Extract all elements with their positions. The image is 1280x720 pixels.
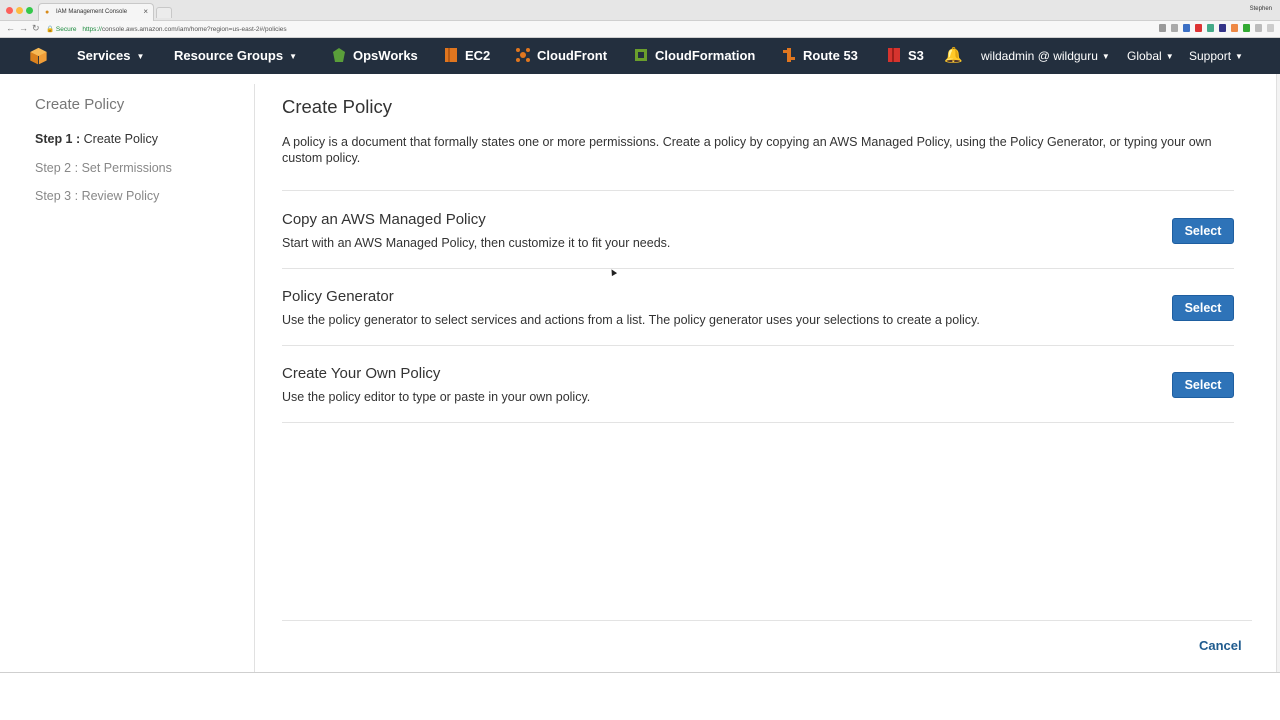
chevron-down-icon: ▼ — [136, 52, 145, 61]
step-label: Create Policy — [80, 132, 158, 146]
extension-icon[interactable] — [1243, 24, 1250, 32]
shortcut-s3[interactable]: S3 — [886, 38, 924, 74]
lock-icon: 🔒 — [46, 26, 55, 33]
shortcut-label: OpsWorks — [353, 48, 418, 63]
window-bottom-edge — [0, 672, 1280, 673]
menu-icon[interactable] — [1267, 24, 1274, 32]
step-number: Step 1 : — [35, 132, 81, 146]
browser-tab[interactable]: ● IAM Management Console × — [38, 3, 154, 21]
page-title: Create Policy — [282, 96, 393, 117]
select-own-policy-button[interactable]: Select — [1172, 372, 1234, 398]
wizard-step-3: Step 3 : Review Policy — [35, 189, 159, 203]
mouse-cursor-icon — [608, 267, 618, 277]
extension-icon[interactable] — [1231, 24, 1238, 32]
shortcut-cloudformation[interactable]: CloudFormation — [633, 38, 755, 74]
browser-tab-bar: ● IAM Management Console × Stephen — [0, 0, 1280, 21]
shortcut-label: S3 — [908, 48, 924, 63]
shortcut-opsworks[interactable]: OpsWorks — [331, 38, 418, 74]
secure-label: Secure — [55, 26, 77, 33]
wizard-step-1: Step 1 : Create Policy — [35, 132, 158, 146]
divider — [282, 345, 1234, 346]
shortcut-label: Route 53 — [803, 48, 858, 63]
account-label: wildadmin @ wildguru — [981, 49, 1098, 63]
extension-icon[interactable] — [1207, 24, 1214, 32]
shortcut-label: EC2 — [465, 48, 491, 63]
ec2-icon — [445, 48, 457, 62]
cloudformation-icon — [635, 49, 647, 61]
favicon-icon: ● — [45, 9, 50, 16]
option-title-own-policy: Create Your Own Policy — [282, 365, 441, 382]
route53-icon — [783, 48, 795, 62]
step-label: Set Permissions — [78, 161, 172, 175]
maximize-window-icon[interactable] — [26, 7, 33, 14]
chevron-down-icon: ▼ — [289, 52, 298, 61]
extension-icon[interactable] — [1195, 24, 1202, 32]
extension-icons — [1159, 24, 1274, 32]
tab-close-icon[interactable]: × — [143, 7, 148, 16]
account-menu[interactable]: wildadmin @ wildguru ▼ — [981, 38, 1110, 74]
region-menu[interactable]: Global ▼ — [1127, 38, 1174, 74]
s3-icon — [888, 48, 900, 62]
option-title-copy-managed: Copy an AWS Managed Policy — [282, 211, 486, 228]
shortcut-route53[interactable]: Route 53 — [781, 38, 858, 74]
aws-top-navbar: Services ▼ Resource Groups ▼ OpsWorks EC2 … — [0, 38, 1280, 74]
services-label: Services — [77, 48, 131, 63]
chevron-down-icon: ▼ — [1165, 52, 1174, 61]
extension-icon[interactable] — [1219, 24, 1226, 32]
intro-text: A policy is a document that formally sta… — [282, 135, 1212, 165]
shortcut-cloudfront[interactable]: CloudFront — [515, 38, 607, 74]
opsworks-icon — [333, 48, 345, 62]
star-icon[interactable] — [1171, 24, 1178, 32]
tab-title: IAM Management Console — [56, 9, 128, 15]
url-scheme: https:// — [82, 26, 102, 33]
url-text: console.aws.amazon.com/iam/home?region=u… — [101, 26, 287, 33]
minimize-window-icon[interactable] — [16, 7, 23, 14]
extension-icon[interactable] — [1255, 24, 1262, 32]
resource-groups-menu[interactable]: Resource Groups ▼ — [174, 38, 297, 74]
back-icon[interactable]: ← — [6, 23, 15, 33]
url-input[interactable]: 🔒 Secure https://console.aws.amazon.com/… — [46, 23, 1076, 36]
resource-groups-label: Resource Groups — [174, 48, 284, 63]
zoom-icon[interactable] — [1159, 24, 1166, 32]
shortcut-label: CloudFormation — [655, 48, 756, 63]
divider — [282, 268, 1234, 269]
wizard-step-2: Step 2 : Set Permissions — [35, 161, 172, 175]
services-menu[interactable]: Services ▼ — [77, 38, 144, 74]
select-copy-managed-button[interactable]: Select — [1172, 218, 1234, 244]
wizard-sidebar: Create Policy Step 1 : Create Policy Ste… — [0, 84, 255, 673]
footer-divider — [282, 620, 1252, 621]
aws-logo-icon[interactable] — [29, 47, 48, 65]
cancel-button[interactable]: Cancel — [1199, 638, 1242, 653]
forward-icon[interactable]: → — [19, 23, 28, 33]
step-number: Step 2 : — [35, 161, 79, 175]
support-menu[interactable]: Support ▼ — [1189, 38, 1243, 74]
divider — [282, 422, 1234, 423]
browser-address-bar: ← → ↻ 🔒 Secure https://console.aws.amazo… — [0, 21, 1280, 38]
cloudfront-icon — [516, 48, 530, 62]
profile-name[interactable]: Stephen — [1250, 6, 1272, 12]
step-label: Review Policy — [78, 189, 160, 203]
notifications-bell-icon[interactable]: 🔔 — [944, 38, 963, 74]
region-label: Global — [1127, 49, 1162, 63]
chevron-down-icon: ▼ — [1101, 52, 1110, 61]
option-title-policy-generator: Policy Generator — [282, 288, 394, 305]
support-label: Support — [1189, 49, 1232, 63]
divider — [282, 190, 1234, 191]
shortcut-ec2[interactable]: EC2 — [443, 38, 490, 74]
option-desc-copy-managed: Start with an AWS Managed Policy, then c… — [282, 236, 671, 250]
chevron-down-icon: ▼ — [1235, 52, 1243, 61]
close-window-icon[interactable] — [6, 7, 13, 14]
sidebar-title: Create Policy — [35, 96, 125, 113]
select-policy-generator-button[interactable]: Select — [1172, 295, 1234, 321]
step-number: Step 3 : — [35, 189, 79, 203]
shortcut-label: CloudFront — [537, 48, 608, 63]
reload-icon[interactable]: ↻ — [32, 23, 40, 34]
option-desc-own-policy: Use the policy editor to type or paste i… — [282, 390, 591, 404]
option-desc-policy-generator: Use the policy generator to select servi… — [282, 313, 980, 327]
new-tab-button[interactable] — [156, 7, 172, 18]
page-scrollbar[interactable] — [1276, 74, 1280, 673]
extension-icon[interactable] — [1183, 24, 1190, 32]
